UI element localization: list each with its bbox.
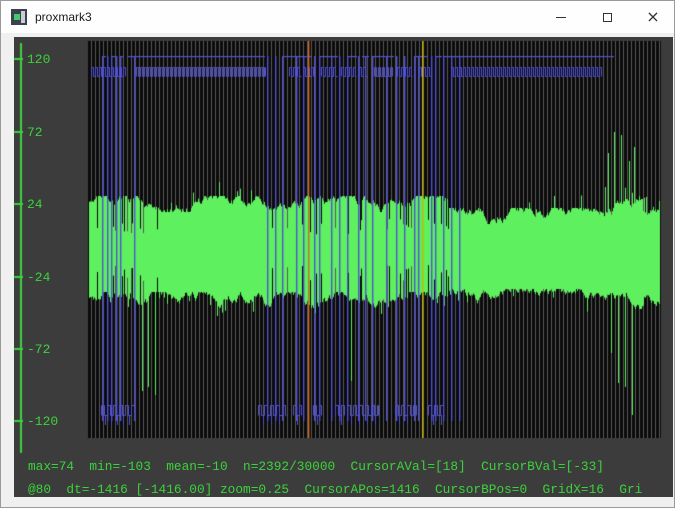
y-axis-label: 120 — [27, 52, 50, 67]
status-line-2: @80 dt=-1416 [-1416.00] zoom=0.25 Cursor… — [28, 482, 642, 497]
y-axis-label: -24 — [27, 270, 50, 285]
y-axis-label: 72 — [27, 125, 43, 140]
status-line-1: max=74 min=-103 mean=-10 n=2392/30000 Cu… — [28, 459, 604, 474]
y-axis-label: -120 — [27, 414, 58, 429]
proxmark3-window: proxmark3 × 120 72 24 -24 -72 -120 max=7… — [0, 0, 675, 508]
y-axis-label: -72 — [27, 342, 50, 357]
signal-plot-canvas[interactable] — [1, 1, 675, 508]
y-axis-label: 24 — [27, 197, 43, 212]
